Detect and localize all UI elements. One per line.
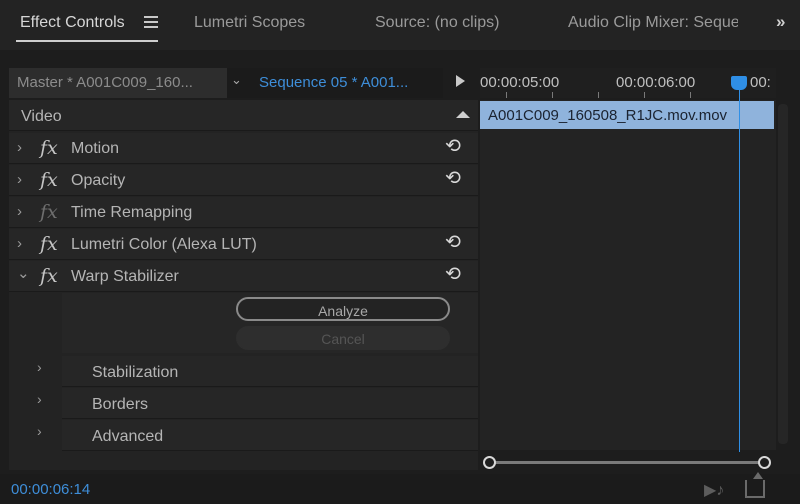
ruler-timecode: 00:00:06:00 bbox=[616, 74, 696, 91]
fx-toggle-icon[interactable]: fx bbox=[40, 265, 58, 287]
effect-label: Warp Stabilizer bbox=[71, 268, 179, 285]
twirl-right-icon[interactable]: › bbox=[37, 423, 42, 439]
cancel-row: Cancel bbox=[62, 323, 478, 353]
effect-row-warp-stabilizer[interactable]: ⌄ fx Warp Stabilizer ⟲ bbox=[9, 261, 478, 292]
effect-row-motion[interactable]: › fx Motion ⟲ bbox=[9, 133, 478, 164]
effect-controls-window: Effect Controls Lumetri Scopes Source: (… bbox=[0, 0, 800, 504]
twirl-right-icon[interactable]: › bbox=[17, 235, 22, 252]
tab-overflow-icon[interactable]: » bbox=[776, 12, 786, 32]
twirl-right-icon[interactable]: › bbox=[17, 203, 22, 220]
scroll-up-icon[interactable] bbox=[456, 111, 470, 118]
active-tab-indicator bbox=[16, 40, 158, 42]
effect-row-opacity[interactable]: › fx Opacity ⟲ bbox=[9, 165, 478, 196]
effect-label: Motion bbox=[71, 140, 120, 157]
effect-row-time-remapping[interactable]: › fx Time Remapping bbox=[9, 197, 478, 228]
fx-toggle-icon[interactable]: fx bbox=[40, 169, 58, 191]
zoom-handle-right[interactable] bbox=[758, 456, 771, 469]
chevron-down-icon[interactable]: ⌄ bbox=[231, 72, 242, 88]
effect-label: Opacity bbox=[71, 172, 126, 189]
effect-label: Time Remapping bbox=[71, 204, 193, 221]
panel-tab-bar: Effect Controls Lumetri Scopes Source: (… bbox=[0, 0, 800, 50]
ruler-tick bbox=[552, 92, 553, 98]
sequence-clip-dropdown[interactable]: Sequence 05 * A001... bbox=[227, 68, 443, 98]
group-label: Borders bbox=[92, 396, 149, 413]
warp-group-stabilization[interactable]: Stabilization bbox=[62, 356, 478, 387]
fx-toggle-icon[interactable]: fx bbox=[40, 233, 58, 255]
playhead-handle[interactable] bbox=[731, 76, 747, 90]
tab-audio-clip-mixer[interactable]: Audio Clip Mixer: Seque bbox=[568, 14, 738, 32]
fx-toggle-icon[interactable]: fx bbox=[40, 137, 58, 159]
tab-effect-controls[interactable]: Effect Controls bbox=[20, 14, 125, 32]
reset-icon[interactable]: ⟲ bbox=[445, 167, 461, 190]
effect-row-lumetri-color[interactable]: › fx Lumetri Color (Alexa LUT) ⟲ bbox=[9, 229, 478, 260]
twirl-right-icon[interactable]: › bbox=[37, 391, 42, 407]
show-timeline-toggle-icon[interactable] bbox=[456, 75, 465, 87]
ruler-tick bbox=[690, 92, 691, 98]
playhead-line[interactable] bbox=[739, 90, 740, 452]
warp-group-borders[interactable]: Borders bbox=[62, 388, 478, 419]
reset-icon[interactable]: ⟲ bbox=[445, 231, 461, 254]
group-label: Stabilization bbox=[92, 364, 179, 381]
cancel-button[interactable]: Cancel bbox=[236, 326, 450, 350]
timeline-track-area[interactable] bbox=[480, 100, 776, 450]
group-label: Advanced bbox=[92, 428, 164, 445]
analyze-button[interactable]: Analyze bbox=[236, 297, 450, 321]
panel-menu-icon[interactable] bbox=[144, 16, 158, 30]
vertical-scrollbar[interactable] bbox=[776, 100, 790, 450]
ruler-timecode: 00: bbox=[750, 74, 771, 91]
footer-bar: 00:00:06:14 ▶♪ bbox=[0, 472, 800, 504]
ruler-tick bbox=[506, 92, 507, 98]
twirl-right-icon[interactable]: › bbox=[17, 171, 22, 188]
timeline-clip[interactable]: A001C009_160508_R1JC.mov.mov bbox=[480, 101, 774, 129]
twirl-right-icon[interactable]: › bbox=[37, 359, 42, 375]
video-section-header: Video bbox=[9, 100, 478, 131]
twirl-right-icon[interactable]: › bbox=[17, 139, 22, 156]
warp-group-advanced[interactable]: Advanced bbox=[62, 420, 478, 451]
play-audio-icon[interactable]: ▶♪ bbox=[704, 480, 724, 500]
fx-disabled-icon: fx bbox=[40, 201, 58, 223]
analyze-row: Analyze bbox=[62, 293, 478, 323]
effect-label: Lumetri Color (Alexa LUT) bbox=[71, 236, 257, 253]
video-section-label: Video bbox=[21, 108, 62, 125]
export-icon[interactable] bbox=[745, 472, 765, 498]
zoom-handle-left[interactable] bbox=[483, 456, 496, 469]
tab-lumetri-scopes[interactable]: Lumetri Scopes bbox=[194, 14, 305, 32]
ruler-timecode: 00:00:05:00 bbox=[480, 74, 560, 91]
vertical-scroll-thumb[interactable] bbox=[778, 104, 788, 444]
tab-source[interactable]: Source: (no clips) bbox=[375, 14, 500, 32]
twirl-down-icon[interactable]: ⌄ bbox=[17, 264, 30, 282]
current-timecode[interactable]: 00:00:06:14 bbox=[11, 481, 90, 498]
reset-icon[interactable]: ⟲ bbox=[445, 263, 461, 286]
zoom-scroll-track[interactable] bbox=[490, 461, 766, 464]
master-clip-tab[interactable]: Master * A001C009_160... bbox=[9, 68, 227, 98]
reset-icon[interactable]: ⟲ bbox=[445, 135, 461, 158]
ruler-tick bbox=[644, 92, 645, 98]
ruler-tick bbox=[598, 92, 599, 98]
timeline-zoom-scrollbar[interactable] bbox=[480, 452, 776, 472]
